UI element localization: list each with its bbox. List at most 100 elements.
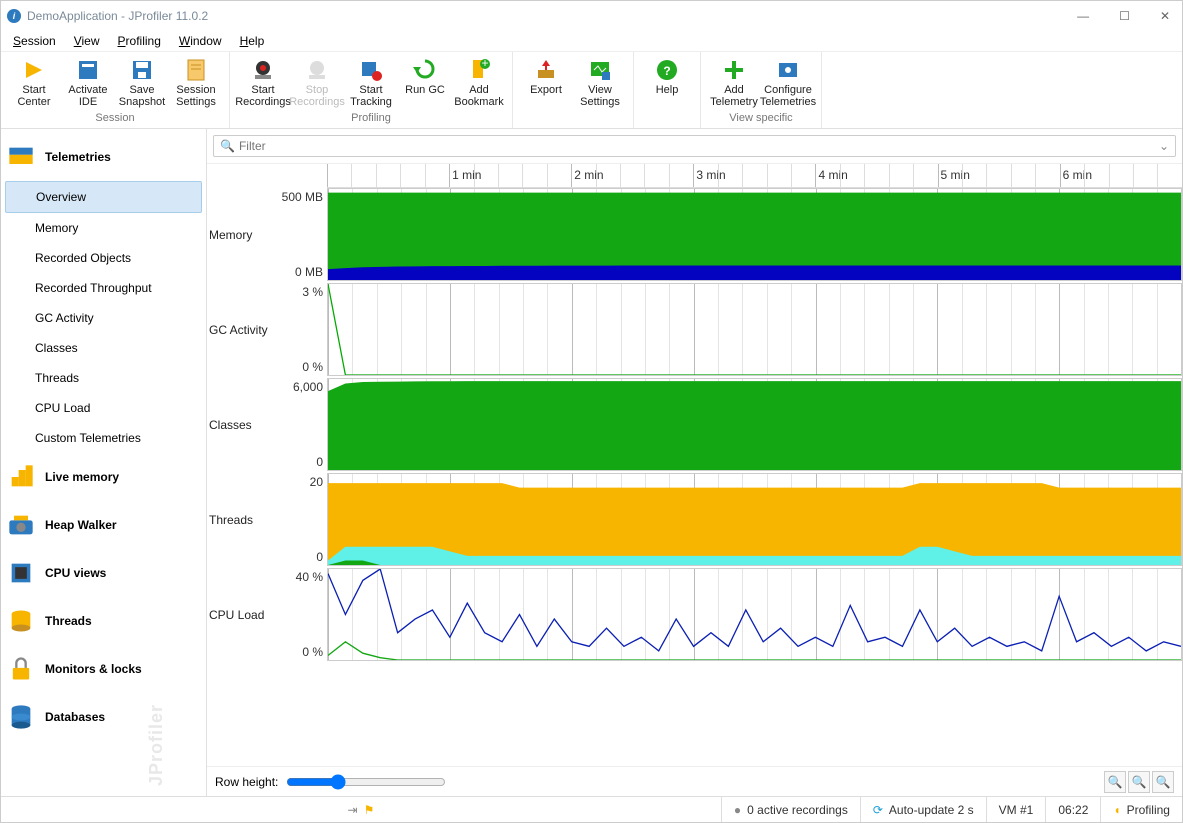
start-center-icon [22,58,46,82]
sidebar-item-cpu-load[interactable]: CPU Load [1,393,206,423]
sidebar-item-recorded-objects[interactable]: Recorded Objects [1,243,206,273]
run-gc-icon [413,58,437,82]
export-icon[interactable]: ⇥ [348,803,358,817]
window-title: DemoApplication - JProfiler 11.0.2 [27,9,208,23]
status-update: Auto-update 2 s [889,803,974,817]
toolbar-group-label: View specific [701,110,821,128]
chart-plot[interactable] [327,568,1182,661]
time-axis: 1 min2 min3 min4 min5 min6 min [327,164,1182,188]
statusbar: ⇥ ⚑ ● 0 active recordings ⟳ Auto-update 2 … [1,796,1182,822]
flag-icon[interactable]: ⚑ [364,803,375,817]
activate-ide-icon [76,58,100,82]
menu-session[interactable]: Session [5,32,64,50]
view-settings-button[interactable]: ViewSettings [573,56,627,110]
activate-ide-button[interactable]: ActivateIDE [61,56,115,110]
row-height-slider[interactable] [286,774,446,790]
svg-text:?: ? [663,64,670,78]
sidebar-section-live-memory[interactable]: Live memory [1,453,206,501]
start-recordings-icon [251,58,275,82]
filter-dropdown-icon[interactable]: ⌄ [1159,139,1169,153]
sidebar-item-classes[interactable]: Classes [1,333,206,363]
sidebar-item-overview[interactable]: Overview [5,181,202,213]
sidebar-item-memory[interactable]: Memory [1,213,206,243]
chart-memory: Memory500 MB0 MB [207,188,1182,283]
sidebar-item-gc-activity[interactable]: GC Activity [1,303,206,333]
help-button[interactable]: ?Help [640,56,694,98]
recording-dot-icon: ● [734,803,741,817]
cpu-views-icon [7,559,35,587]
refresh-icon[interactable]: ⟳ [873,803,883,817]
chart-label: Memory [207,188,277,281]
filter-input[interactable] [239,139,1159,153]
svg-text:+: + [481,58,488,70]
titlebar: i DemoApplication - JProfiler 11.0.2 — ☐… [1,1,1182,30]
add-bookmark-button[interactable]: +AddBookmark [452,56,506,110]
chart-gc-activity: GC Activity3 %0 % [207,283,1182,378]
add-telemetry-icon [722,58,746,82]
menu-help[interactable]: Help [232,32,273,50]
menu-window[interactable]: Window [171,32,230,50]
add-bookmark-icon: + [467,58,491,82]
close-button[interactable]: ✕ [1154,7,1176,25]
telemetries-icon [7,143,35,171]
sidebar-header-label: Telemetries [45,150,111,164]
menu-profiling[interactable]: Profiling [110,32,169,50]
configure-telemetries-button[interactable]: ConfigureTelemetries [761,56,815,110]
configure-telemetries-icon [776,58,800,82]
sidebar-section-databases[interactable]: Databases [1,693,206,741]
stop-recordings-button: StopRecordings [290,56,344,110]
profiling-icon: ◖ [1113,803,1120,817]
toolbar-group-label [634,98,700,104]
menu-view[interactable]: View [66,32,108,50]
sidebar-item-custom-telemetries[interactable]: Custom Telemetries [1,423,206,453]
status-recordings: 0 active recordings [747,803,848,817]
sidebar-section-cpu-views[interactable]: CPU views [1,549,206,597]
export-button[interactable]: Export [519,56,573,110]
export-icon [534,58,558,82]
monitors-locks-icon [7,655,35,683]
row-height-label: Row height: [215,775,278,789]
minimize-button[interactable]: — [1071,7,1095,25]
databases-icon [7,703,35,731]
chart-label: GC Activity [207,283,277,376]
sidebar-item-recorded-throughput[interactable]: Recorded Throughput [1,273,206,303]
add-telemetry-button[interactable]: AddTelemetry [707,56,761,110]
zoom-fit-button[interactable]: 🔍 [1152,771,1174,793]
session-settings-button[interactable]: SessionSettings [169,56,223,110]
chart-plot[interactable] [327,378,1182,471]
sidebar: Telemetries OverviewMemoryRecorded Objec… [1,129,207,796]
chart-plot[interactable] [327,283,1182,376]
session-settings-icon [184,58,208,82]
zoom-in-button[interactable]: 🔍 [1128,771,1150,793]
chart-plot[interactable] [327,188,1182,281]
start-tracking-button[interactable]: StartTracking [344,56,398,110]
zoom-out-button[interactable]: 🔍 [1104,771,1126,793]
save-snapshot-icon [130,58,154,82]
sidebar-section-telemetries[interactable]: Telemetries [1,133,206,181]
maximize-button[interactable]: ☐ [1113,7,1136,25]
run-gc-button[interactable]: Run GC [398,56,452,110]
status-clock: 06:22 [1058,803,1088,817]
chart-classes: Classes6,0000 [207,378,1182,473]
menubar: SessionViewProfilingWindowHelp [1,30,1182,52]
start-tracking-icon [359,58,383,82]
sidebar-section-threads[interactable]: Threads [1,597,206,645]
view-settings-icon [588,58,612,82]
filter-box[interactable]: 🔍 ⌄ [213,135,1176,157]
start-recordings-button[interactable]: StartRecordings [236,56,290,110]
toolbar-group-label: Session [1,110,229,128]
status-vm: VM #1 [999,803,1034,817]
search-icon: 🔍 [220,139,235,153]
chart-threads: Threads200 [207,473,1182,568]
save-snapshot-button[interactable]: SaveSnapshot [115,56,169,110]
sidebar-section-monitors-locks[interactable]: Monitors & locks [1,645,206,693]
status-state: Profiling [1127,803,1170,817]
start-center-button[interactable]: StartCenter [7,56,61,110]
chart-cpu-load: CPU Load40 %0 % [207,568,1182,663]
live-memory-icon [7,463,35,491]
chart-plot[interactable] [327,473,1182,566]
stop-recordings-icon [305,58,329,82]
chart-label: CPU Load [207,568,277,661]
sidebar-section-heap-walker[interactable]: Heap Walker [1,501,206,549]
sidebar-item-threads[interactable]: Threads [1,363,206,393]
